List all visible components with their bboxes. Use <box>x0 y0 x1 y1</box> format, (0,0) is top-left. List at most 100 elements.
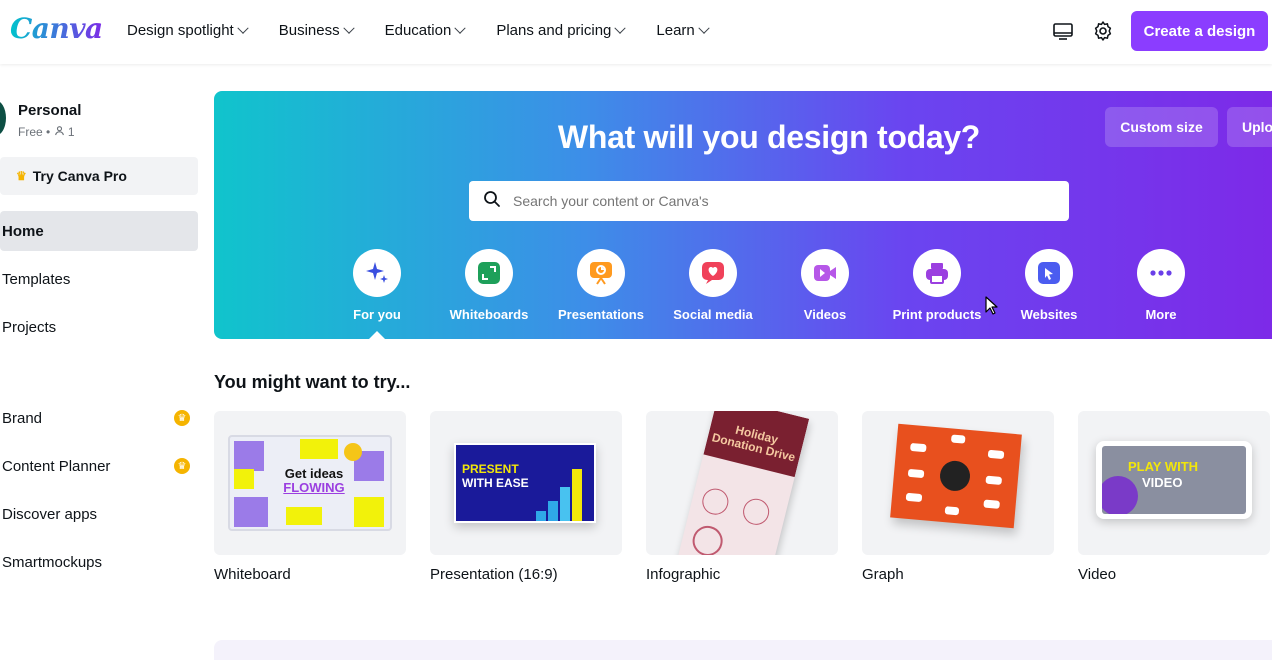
nav-label: Design spotlight <box>127 22 234 39</box>
chevron-down-icon <box>342 22 355 34</box>
sidebar-item-projects[interactable]: Projects <box>0 307 198 347</box>
card-label: Video <box>1078 566 1117 583</box>
top-navigation-bar: Canva Design spotlight Business Educatio… <box>0 0 1272 64</box>
sidebar-item-discover-apps[interactable]: Discover apps <box>0 494 198 534</box>
chevron-down-icon <box>614 22 627 34</box>
nav-label: Learn <box>656 22 695 39</box>
crown-icon: ♛ <box>16 169 27 183</box>
section-title: You might want to try... <box>214 372 411 392</box>
thumb-text: FLOWING <box>283 480 345 495</box>
category-more[interactable]: More <box>1105 249 1217 322</box>
sidebar-item-brand[interactable]: Brand ♛ <box>0 398 198 438</box>
category-for-you[interactable]: For you <box>321 249 433 322</box>
suggestion-card-video[interactable]: PLAY WITH VIDEO Video <box>1078 411 1270 583</box>
sidebar-item-home[interactable]: Home <box>0 211 198 251</box>
account-plan: Free <box>18 125 43 139</box>
heart-icon <box>689 249 737 297</box>
chevron-down-icon <box>237 22 249 34</box>
sidebar-item-smartmockups[interactable]: Smartmockups <box>0 542 198 582</box>
nav-design-spotlight[interactable]: Design spotlight <box>127 22 249 39</box>
category-label: Presentations <box>558 307 644 322</box>
category-label: Websites <box>1020 307 1078 322</box>
category-label: Whiteboards <box>449 307 529 322</box>
sidebar-item-content-planner[interactable]: Content Planner ♛ <box>0 446 198 486</box>
create-design-button[interactable]: Create a design <box>1131 11 1268 51</box>
chevron-down-icon <box>698 22 710 34</box>
more-icon <box>1137 249 1185 297</box>
sidebar: Personal Free • 1 ♛ Try Canva Pro Home T… <box>0 64 205 660</box>
card-label: Whiteboard <box>214 566 291 583</box>
search-icon <box>483 190 501 213</box>
search-input[interactable] <box>513 193 1033 209</box>
infographic-thumbnail: Holiday Donation Drive <box>646 411 838 555</box>
account-name: Personal <box>18 102 82 119</box>
main-nav: Design spotlight Business Education Plan… <box>127 22 740 39</box>
header-icons <box>1052 20 1114 47</box>
crown-icon: ♛ <box>174 458 190 474</box>
thumb-text: PLAY WITH <box>1128 459 1199 474</box>
next-section-strip <box>214 640 1272 660</box>
category-label: Videos <box>803 307 847 322</box>
category-presentations[interactable]: Presentations <box>545 249 657 322</box>
suggestion-card-graph[interactable]: Graph <box>862 411 1054 583</box>
try-canva-pro-button[interactable]: ♛ Try Canva Pro <box>0 157 198 195</box>
nav-business[interactable]: Business <box>278 22 355 39</box>
card-label: Presentation (16:9) <box>430 566 558 583</box>
thumb-text: WITH EASE <box>462 476 529 490</box>
whiteboard-thumbnail: Get ideas FLOWING <box>214 411 406 555</box>
avatar <box>0 100 6 136</box>
sidebar-item-label: Brand <box>2 409 43 427</box>
sidebar-item-label: Smartmockups <box>2 553 103 571</box>
suggestion-card-infographic[interactable]: Holiday Donation Drive Infographic <box>646 411 838 583</box>
printer-icon <box>913 249 961 297</box>
canva-logo[interactable]: Canva <box>10 12 103 45</box>
whiteboard-icon <box>465 249 513 297</box>
category-label: Social media <box>673 307 753 322</box>
category-label: More <box>1145 307 1177 322</box>
thumb-text: Get ideas <box>284 466 344 481</box>
sidebar-item-label: Discover apps <box>2 505 98 523</box>
sidebar-item-label: Templates <box>2 270 71 288</box>
sparkle-icon <box>353 249 401 297</box>
try-pro-label: Try Canva Pro <box>32 168 127 184</box>
nav-education[interactable]: Education <box>384 22 466 39</box>
desktop-icon[interactable] <box>1052 20 1074 47</box>
mouse-cursor-icon <box>985 296 999 321</box>
video-thumbnail: PLAY WITH VIDEO <box>1078 411 1270 555</box>
account-members: 1 <box>67 125 75 139</box>
category-videos[interactable]: Videos <box>769 249 881 322</box>
selected-category-indicator <box>368 331 386 339</box>
suggestion-card-presentation[interactable]: PRESENT WITH EASE Presentation (16:9) <box>430 411 622 583</box>
sidebar-item-label: Projects <box>2 318 57 336</box>
category-label: Print products <box>892 307 982 322</box>
video-icon <box>801 249 849 297</box>
presentation-thumbnail: PRESENT WITH EASE <box>430 411 622 555</box>
sidebar-item-label: Content Planner <box>2 457 111 475</box>
thumb-text: VIDEO <box>1142 475 1183 490</box>
nav-label: Plans and pricing <box>496 22 612 39</box>
suggestion-card-whiteboard[interactable]: Get ideas FLOWING Whiteboard <box>214 411 406 583</box>
sidebar-item-label: Home <box>2 222 44 240</box>
thumb-text: PRESENT <box>462 462 519 476</box>
people-icon <box>54 125 68 139</box>
category-whiteboards[interactable]: Whiteboards <box>433 249 545 322</box>
presentation-icon <box>577 249 625 297</box>
card-label: Infographic <box>646 566 721 583</box>
crown-icon: ♛ <box>174 410 190 426</box>
nav-learn[interactable]: Learn <box>656 22 710 39</box>
hero-banner: What will you design today? Custom size … <box>214 91 1272 339</box>
sidebar-item-templates[interactable]: Templates <box>0 259 198 299</box>
search-bar[interactable] <box>469 181 1069 221</box>
nav-plans-and-pricing[interactable]: Plans and pricing <box>496 22 627 39</box>
category-websites[interactable]: Websites <box>993 249 1105 322</box>
account-meta: Free • 1 <box>18 125 75 139</box>
chevron-down-icon <box>454 22 466 34</box>
nav-label: Education <box>384 22 452 39</box>
category-print-products[interactable]: Print products <box>881 249 993 322</box>
settings-icon[interactable] <box>1092 20 1114 47</box>
custom-size-button[interactable]: Custom size <box>1105 107 1218 147</box>
nav-label: Business <box>278 22 340 39</box>
website-icon <box>1025 249 1073 297</box>
upload-button[interactable]: Uplo <box>1227 107 1272 147</box>
category-social-media[interactable]: Social media <box>657 249 769 322</box>
